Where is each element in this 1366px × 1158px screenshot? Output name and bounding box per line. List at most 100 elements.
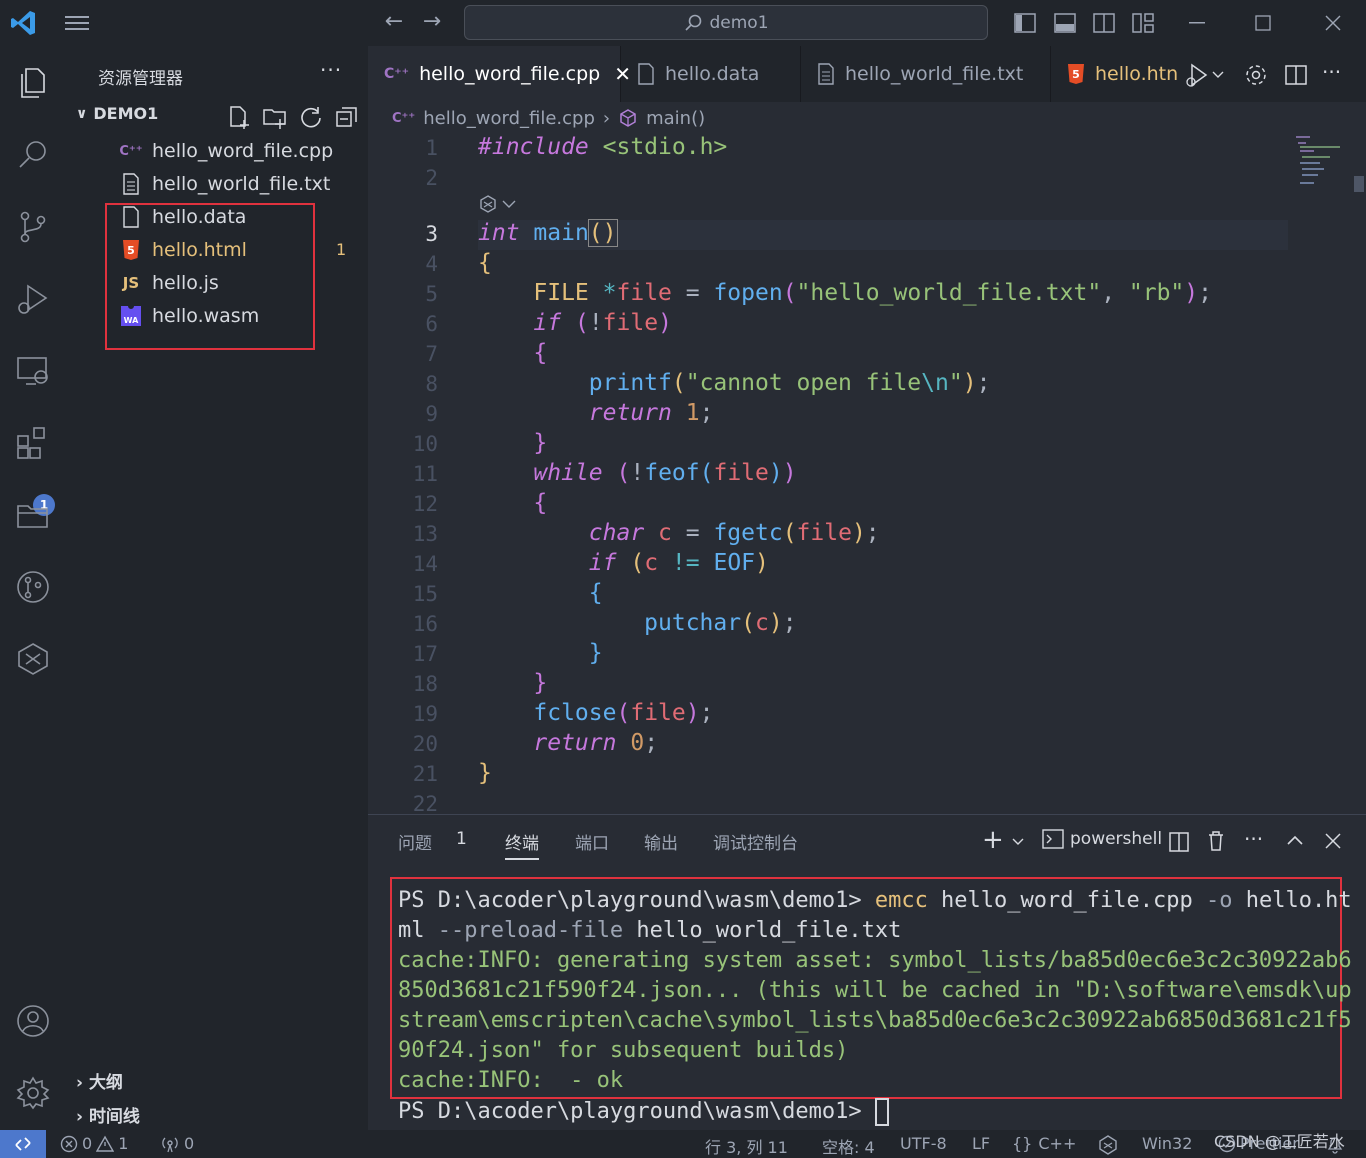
more-actions-icon[interactable]: ··· (1322, 60, 1341, 84)
line-number: 19 (412, 702, 438, 726)
close-window-icon[interactable] (1318, 8, 1348, 38)
maximize-panel-icon[interactable] (1286, 833, 1304, 847)
text-file-icon (120, 173, 142, 195)
line-number: 17 (412, 642, 438, 666)
code-line: #include <stdio.h> (478, 134, 728, 160)
language-mode[interactable]: {} C++ (1012, 1134, 1076, 1153)
more-actions-icon[interactable]: ··· (1244, 827, 1263, 851)
new-terminal-icon[interactable]: + (982, 825, 1004, 855)
toggle-sidebar-icon[interactable] (1010, 8, 1040, 38)
breadcrumb-file[interactable]: hello_word_file.cpp (423, 108, 595, 129)
tab-hello-html[interactable]: 5 hello.htn (1051, 46, 1181, 102)
tab-terminal[interactable]: 终端 (505, 829, 539, 860)
line-number: 5 (425, 282, 438, 306)
code-line: return 1; (588, 400, 714, 426)
warning-icon (96, 1135, 115, 1152)
terminal-shell-selector[interactable]: powershell (1042, 829, 1162, 849)
tab-hello-data[interactable]: hello.data (621, 46, 801, 102)
code-line: printf("cannot open file\n"); (588, 370, 991, 396)
minimap[interactable] (1288, 134, 1358, 194)
ports-status[interactable]: 0 (160, 1134, 194, 1153)
split-editor-icon[interactable] (1284, 63, 1308, 87)
maximize-icon[interactable] (1248, 8, 1278, 38)
cpp-icon: C⁺⁺ (384, 66, 410, 82)
bottom-panel: 问题 1 终端 端口 输出 调试控制台 + powershell ··· PS … (368, 814, 1366, 1130)
timeline-section[interactable]: › 时间线 (76, 1102, 140, 1127)
collapse-all-icon[interactable] (334, 104, 360, 130)
chevron-down-icon[interactable] (1012, 837, 1024, 847)
run-debug-icon[interactable] (10, 276, 56, 322)
code-line: return 0; (533, 730, 659, 756)
terminal-line: ml --preload-file hello_world_file.txt (398, 918, 902, 943)
shell-name: powershell (1070, 829, 1163, 849)
command-center-search[interactable]: demo1 (464, 5, 988, 40)
platform[interactable]: Win32 (1142, 1134, 1192, 1153)
codelens-action[interactable] (478, 194, 516, 214)
settings-gear-icon[interactable] (1244, 63, 1268, 87)
file-item[interactable]: hello_world_file.txt (120, 169, 330, 199)
extensions-icon[interactable] (10, 420, 56, 466)
trash-icon[interactable] (1206, 830, 1226, 852)
git-graph-icon[interactable] (10, 564, 56, 610)
code-editor[interactable]: 1 2 3 4 5 6 7 8 9 10 11 12 13 14 15 16 17 18 19 20 21 22 #inc… (368, 134, 1366, 814)
tab-debug-console[interactable]: 调试控制台 (713, 829, 798, 854)
language-label: C++ (1038, 1134, 1077, 1153)
file-item[interactable]: C⁺⁺ hello_word_file.cpp (119, 136, 333, 166)
tab-hello-world-file-txt[interactable]: hello_world_file.txt (801, 46, 1051, 102)
line-number: 8 (425, 372, 438, 396)
extension-plugin-icon[interactable] (10, 636, 56, 682)
source-control-icon[interactable] (10, 204, 56, 250)
back-arrow-icon[interactable]: ← (382, 10, 406, 34)
code-line: } (533, 670, 548, 696)
explorer-icon[interactable] (10, 60, 56, 106)
toggle-panel-icon[interactable] (1050, 8, 1080, 38)
code-line: } (588, 640, 603, 666)
terminal-prompt-line[interactable]: PS D:\acoder\playground\wasm\demo1> (398, 1098, 889, 1126)
tab-problems[interactable]: 问题 (398, 829, 432, 854)
refresh-icon[interactable] (298, 104, 324, 130)
folder-header[interactable]: ∨ DEMO1 (76, 104, 158, 123)
end-of-line[interactable]: LF (972, 1134, 990, 1153)
annotation-highlight-box (105, 203, 315, 350)
chevron-down-icon[interactable] (1212, 70, 1224, 80)
chevron-right-icon: › (76, 1073, 84, 1093)
indentation[interactable]: 空格: 4 (822, 1134, 875, 1158)
remote-indicator-icon[interactable] (0, 1130, 46, 1158)
minimize-icon[interactable] (1182, 8, 1212, 38)
encoding[interactable]: UTF-8 (900, 1134, 947, 1153)
code-line: while (!feof(file)) (533, 460, 797, 486)
cursor-position[interactable]: 行 3, 列 11 (705, 1134, 788, 1158)
tab-ports[interactable]: 端口 (575, 829, 609, 854)
svg-text:5: 5 (1072, 68, 1080, 81)
breadcrumb-symbol[interactable]: main() (646, 108, 705, 129)
code-line: if (!file) (533, 310, 672, 336)
settings-gear-icon[interactable] (10, 1070, 56, 1116)
search-icon (685, 14, 702, 31)
remote-explorer-icon[interactable] (10, 348, 56, 394)
editor-scrollbar[interactable] (1354, 176, 1364, 192)
problems-status[interactable]: 0 1 (60, 1134, 128, 1153)
search-icon[interactable] (10, 132, 56, 178)
tab-hello-word-file-cpp[interactable]: C⁺⁺ hello_word_file.cpp ✕ (368, 46, 631, 102)
sidebar-title: 资源管理器 (98, 69, 183, 89)
outline-section[interactable]: › 大纲 (76, 1068, 123, 1093)
close-panel-icon[interactable] (1325, 833, 1341, 849)
menu-icon[interactable] (64, 13, 90, 33)
new-folder-icon[interactable] (262, 104, 288, 130)
extension-plugin-icon[interactable] (1097, 1134, 1119, 1156)
account-icon[interactable] (10, 998, 56, 1044)
watermark: CSDN @工匠若水 (1214, 1132, 1345, 1151)
title-bar: ← → demo1 (0, 0, 1366, 46)
customize-layout-icon[interactable] (1128, 8, 1158, 38)
more-actions-icon[interactable]: ··· (320, 58, 342, 82)
run-debug-icon[interactable] (1184, 62, 1210, 88)
braces-icon: {} (1012, 1134, 1033, 1153)
line-number: 15 (412, 582, 438, 606)
tab-output[interactable]: 输出 (644, 829, 678, 854)
folder-icon[interactable] (10, 492, 56, 538)
split-terminal-icon[interactable] (1168, 831, 1190, 853)
new-file-icon[interactable] (226, 104, 252, 130)
forward-arrow-icon[interactable]: → (420, 10, 444, 34)
toggle-secondary-sidebar-icon[interactable] (1089, 8, 1119, 38)
code-line: int main() (478, 219, 618, 247)
